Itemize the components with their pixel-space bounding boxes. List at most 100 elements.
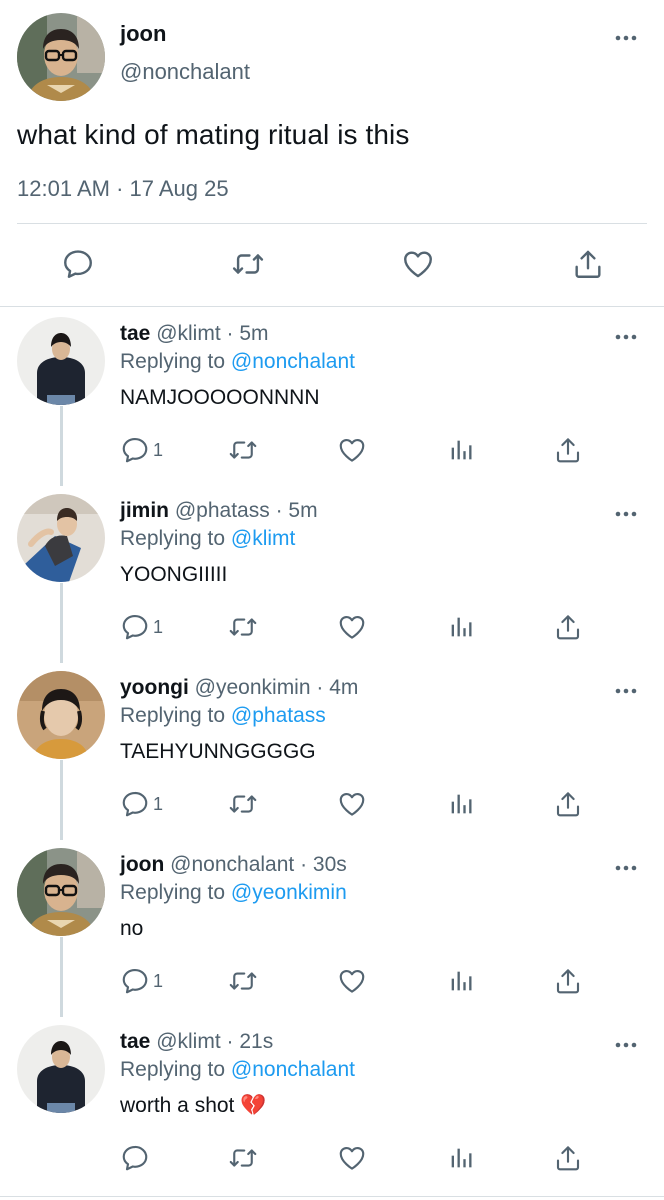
reply-button[interactable]: 1 bbox=[120, 611, 163, 643]
replying-to: Replying to @yeonkimin bbox=[120, 880, 347, 906]
reply-header: jimin @phatass · 5m bbox=[120, 498, 318, 524]
avatar[interactable] bbox=[17, 317, 105, 405]
share-icon[interactable] bbox=[553, 788, 583, 820]
replying-label: Replying to bbox=[120, 1058, 226, 1081]
replying-label: Replying to bbox=[120, 350, 226, 373]
author-name[interactable]: joon bbox=[120, 20, 166, 48]
reply-text: YOONGIIIII bbox=[120, 563, 228, 586]
mention-link[interactable]: @klimt bbox=[231, 527, 295, 550]
analytics-icon[interactable] bbox=[447, 434, 475, 466]
retweet-icon[interactable] bbox=[230, 246, 266, 282]
tweet-text: what kind of mating ritual is this bbox=[17, 119, 410, 150]
reply-time: · 5m bbox=[275, 499, 318, 522]
reply-header: joon @nonchalant · 30s bbox=[120, 852, 347, 878]
reply-button[interactable]: 1 bbox=[120, 434, 163, 466]
reply-header: yoongi @yeonkimin · 4m bbox=[120, 675, 358, 701]
analytics-icon[interactable] bbox=[447, 1142, 475, 1174]
mention-link[interactable]: @nonchalant bbox=[231, 1058, 355, 1081]
author-handle[interactable]: @nonchalant bbox=[120, 58, 250, 86]
reply-tweet[interactable]: tae @klimt · 21s Replying to @nonchalant… bbox=[0, 1015, 664, 1192]
avatar[interactable] bbox=[17, 13, 105, 101]
reply-button[interactable] bbox=[120, 1142, 153, 1174]
reply-count: 1 bbox=[153, 616, 164, 637]
reply-count: 1 bbox=[153, 439, 164, 460]
reply-count: 1 bbox=[153, 793, 164, 814]
main-tweet[interactable]: joon @nonchalant what kind of mating rit… bbox=[0, 0, 664, 306]
tweet-actions bbox=[0, 246, 664, 286]
share-icon[interactable] bbox=[553, 611, 583, 643]
divider bbox=[17, 223, 647, 224]
retweet-icon[interactable] bbox=[228, 788, 258, 820]
author-name[interactable]: jimin bbox=[120, 499, 169, 522]
reply-text: no bbox=[120, 917, 144, 940]
comment-icon bbox=[120, 435, 150, 465]
replying-to: Replying to @nonchalant bbox=[120, 1057, 355, 1083]
more-options-icon[interactable] bbox=[614, 1037, 638, 1055]
share-icon[interactable] bbox=[553, 965, 583, 997]
replying-label: Replying to bbox=[120, 704, 226, 727]
reply-button[interactable]: 1 bbox=[120, 965, 163, 997]
heart-icon[interactable] bbox=[337, 434, 367, 466]
author-handle[interactable]: @yeonkimin bbox=[195, 676, 311, 699]
share-icon[interactable] bbox=[553, 1142, 583, 1174]
mention-link[interactable]: @phatass bbox=[231, 704, 326, 727]
comment-icon bbox=[120, 966, 150, 996]
author-handle[interactable]: @phatass bbox=[175, 499, 270, 522]
replying-label: Replying to bbox=[120, 881, 226, 904]
reply-header: tae @klimt · 21s bbox=[120, 1029, 273, 1055]
author-name[interactable]: yoongi bbox=[120, 676, 189, 699]
reply-time: · 4m bbox=[316, 676, 359, 699]
share-icon[interactable] bbox=[570, 246, 606, 282]
reply-button[interactable]: 1 bbox=[120, 788, 163, 820]
heart-icon[interactable] bbox=[337, 965, 367, 997]
retweet-icon[interactable] bbox=[228, 434, 258, 466]
comment-icon bbox=[120, 1143, 150, 1173]
reply-tweet[interactable]: jimin @phatass · 5m Replying to @klimt Y… bbox=[0, 484, 664, 661]
reply-count: 1 bbox=[153, 970, 164, 991]
tweet-timestamp[interactable]: 12:01 AM · 17 Aug 25 bbox=[17, 175, 229, 203]
reply-text: TAEHYUNNGGGGG bbox=[120, 740, 316, 763]
retweet-icon[interactable] bbox=[228, 611, 258, 643]
retweet-icon[interactable] bbox=[228, 1142, 258, 1174]
more-options-icon[interactable] bbox=[614, 506, 638, 524]
author-handle[interactable]: @klimt bbox=[156, 322, 220, 345]
share-icon[interactable] bbox=[553, 434, 583, 466]
heart-icon[interactable] bbox=[337, 611, 367, 643]
avatar[interactable] bbox=[17, 848, 105, 936]
analytics-icon[interactable] bbox=[447, 788, 475, 820]
mention-link[interactable]: @yeonkimin bbox=[231, 881, 347, 904]
author-name[interactable]: tae bbox=[120, 322, 150, 345]
comment-icon bbox=[120, 789, 150, 819]
replying-label: Replying to bbox=[120, 527, 226, 550]
more-options-icon[interactable] bbox=[614, 683, 638, 701]
heart-icon[interactable] bbox=[337, 788, 367, 820]
reply-text: NAMJOOOOONNNN bbox=[120, 386, 320, 409]
more-options-icon[interactable] bbox=[614, 30, 638, 48]
avatar[interactable] bbox=[17, 1025, 105, 1113]
more-options-icon[interactable] bbox=[614, 860, 638, 878]
heart-icon[interactable] bbox=[337, 1142, 367, 1174]
author-handle[interactable]: @nonchalant bbox=[170, 853, 294, 876]
reply-tweet[interactable]: joon @nonchalant · 30s Replying to @yeon… bbox=[0, 838, 664, 1015]
replying-to: Replying to @nonchalant bbox=[120, 349, 355, 375]
reply-tweet[interactable]: yoongi @yeonkimin · 4m Replying to @phat… bbox=[0, 661, 664, 838]
retweet-icon[interactable] bbox=[228, 965, 258, 997]
divider bbox=[0, 1196, 664, 1197]
mention-link[interactable]: @nonchalant bbox=[231, 350, 355, 373]
author-handle[interactable]: @klimt bbox=[156, 1030, 220, 1053]
reply-tweet[interactable]: tae @klimt · 5m Replying to @nonchalant … bbox=[0, 307, 664, 484]
author-name[interactable]: tae bbox=[120, 1030, 150, 1053]
avatar[interactable] bbox=[17, 494, 105, 582]
more-options-icon[interactable] bbox=[614, 329, 638, 347]
heart-icon[interactable] bbox=[400, 246, 436, 282]
reply-header: tae @klimt · 5m bbox=[120, 321, 269, 347]
analytics-icon[interactable] bbox=[447, 611, 475, 643]
author-name[interactable]: joon bbox=[120, 853, 164, 876]
avatar[interactable] bbox=[17, 671, 105, 759]
reply-text: worth a shot 💔 bbox=[120, 1094, 267, 1117]
comment-icon[interactable] bbox=[60, 246, 96, 282]
analytics-icon[interactable] bbox=[447, 965, 475, 997]
reply-time: · 5m bbox=[226, 322, 269, 345]
reply-time: · 30s bbox=[300, 853, 347, 876]
replying-to: Replying to @phatass bbox=[120, 703, 326, 729]
